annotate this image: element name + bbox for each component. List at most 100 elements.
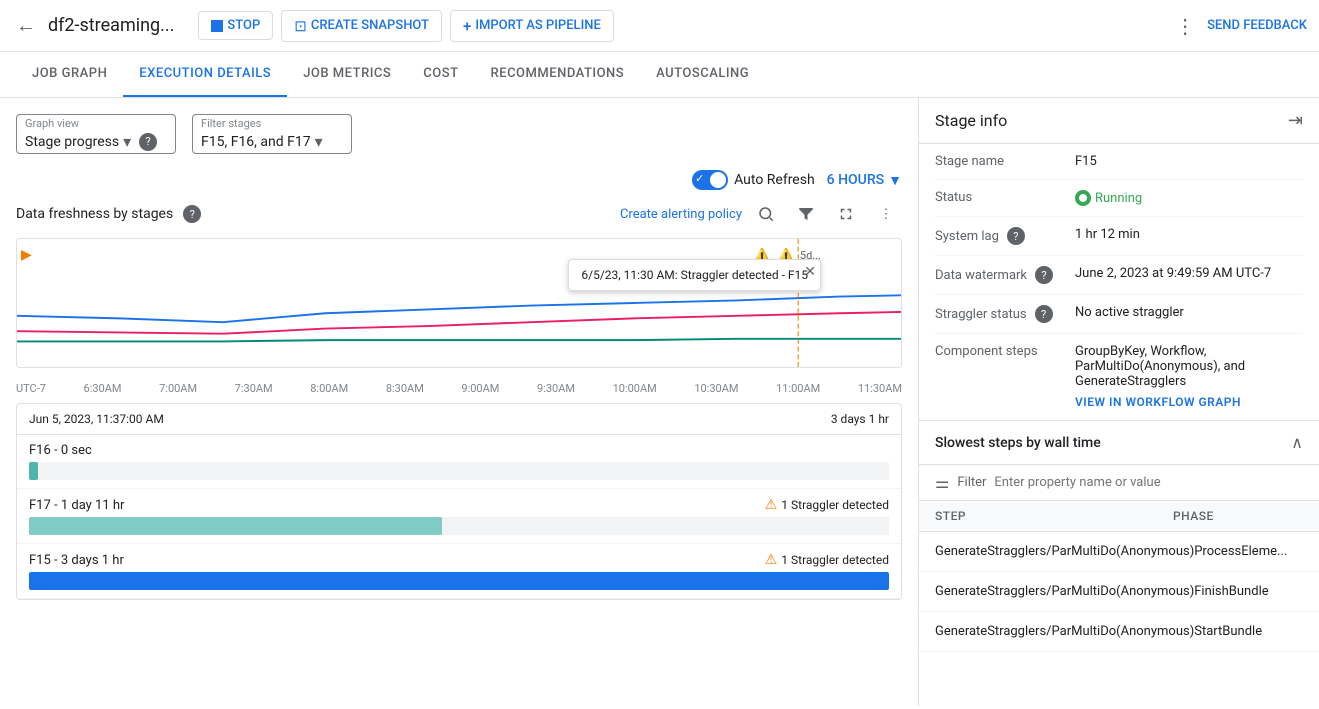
time-label-630: 6:30AM <box>84 382 122 395</box>
send-feedback-button[interactable]: SEND FEEDBACK <box>1207 18 1307 33</box>
filter-label: Filter <box>957 475 986 490</box>
import-pipeline-button[interactable]: + IMPORT AS PIPELINE <box>450 10 614 42</box>
step-row-2: GenerateStragglers/ParMultiDo(Anonymous)… <box>919 572 1319 612</box>
info-label-data-watermark: Data watermark ? <box>935 266 1075 284</box>
slowest-steps-section: Slowest steps by wall time ∧ ⚌ Filter St… <box>919 421 1319 706</box>
stage-bar-f15 <box>29 572 889 590</box>
more-chart-options-icon[interactable]: ⋮ <box>870 198 902 230</box>
tooltip-text: 6/5/23, 11:30 AM: Straggler detected - F… <box>581 268 808 282</box>
tab-execution-details[interactable]: EXECUTION DETAILS <box>123 52 287 97</box>
steps-col-phase-header: Phase <box>1173 509 1303 523</box>
chart-title-area: Data freshness by stages ? <box>16 205 201 223</box>
stage-row-f17: F17 - 1 day 11 hr ⚠ 1 Straggler detected <box>17 489 901 544</box>
create-snapshot-button[interactable]: ⊡ CREATE SNAPSHOT <box>281 10 442 42</box>
system-lag-help-icon[interactable]: ? <box>1007 227 1025 245</box>
step-phase-3: StartBundle <box>1194 624 1303 639</box>
stop-icon <box>211 20 223 32</box>
tab-autoscaling[interactable]: AUTOSCALING <box>640 52 765 97</box>
corner-indicator: ▶ <box>21 247 32 263</box>
info-row-data-watermark: Data watermark ? June 2, 2023 at 9:49:59… <box>935 256 1303 295</box>
stage-row-f16: F16 - 0 sec <box>17 435 901 489</box>
data-watermark-help-icon[interactable]: ? <box>1035 266 1053 284</box>
hours-arrow-icon: ▼ <box>888 172 902 189</box>
step-phase-1: ProcessEleme... <box>1194 544 1303 559</box>
step-name-1: GenerateStragglers/ParMultiDo(Anonymous) <box>935 544 1194 559</box>
steps-table-header: Step Phase <box>919 501 1319 532</box>
straggler-badge-f17: ⚠ 1 Straggler detected <box>765 497 889 513</box>
stage-info-table: Stage name F15 Status Running System lag… <box>919 144 1319 421</box>
stage-row-f15: F15 - 3 days 1 hr ⚠ 1 Straggler detected <box>17 544 901 599</box>
graph-view-selector[interactable]: Graph view Stage progress ▾ ? <box>16 114 176 154</box>
filter-stages-label: Filter stages <box>201 117 343 130</box>
tabs-bar: JOB GRAPH EXECUTION DETAILS JOB METRICS … <box>0 52 1319 98</box>
filter-input[interactable] <box>994 475 1303 490</box>
step-name-2: GenerateStragglers/ParMultiDo(Anonymous) <box>935 584 1194 599</box>
chart-area: ⚠️ ⚠️ 5d... ▶ 6/5/23, 11:30 AM: Straggle… <box>16 238 902 368</box>
step-name-3: GenerateStragglers/ParMultiDo(Anonymous) <box>935 624 1194 639</box>
stage-bar-bg-f15 <box>29 572 889 590</box>
main-layout: Graph view Stage progress ▾ ? Filter sta… <box>0 98 1319 706</box>
straggler-status-help-icon[interactable]: ? <box>1035 305 1053 323</box>
info-label-status: Status <box>935 190 1075 205</box>
graph-view-arrow: ▾ <box>123 132 131 151</box>
slowest-steps-header: Slowest steps by wall time ∧ <box>919 421 1319 465</box>
tab-recommendations[interactable]: RECOMMENDATIONS <box>475 52 641 97</box>
auto-refresh-toggle-area: ✓ Auto Refresh <box>692 170 815 190</box>
step-row-3: GenerateStragglers/ParMultiDo(Anonymous)… <box>919 612 1319 652</box>
filter-icon[interactable] <box>790 198 822 230</box>
stage-header-row: Jun 5, 2023, 11:37:00 AM 3 days 1 hr <box>17 404 901 435</box>
auto-refresh-label: Auto Refresh <box>734 172 815 188</box>
time-label-1000: 10:00AM <box>613 382 657 395</box>
filter-stages-selector[interactable]: Filter stages F15, F16, and F17 ▾ <box>192 114 352 154</box>
create-alerting-link[interactable]: Create alerting policy <box>620 207 742 222</box>
time-label-930: 9:30AM <box>537 382 575 395</box>
chart-tooltip: 6/5/23, 11:30 AM: Straggler detected - F… <box>568 259 821 291</box>
graph-view-help-icon[interactable]: ? <box>139 133 157 151</box>
more-options-button[interactable]: ⋮ <box>1171 10 1199 42</box>
zoom-icon[interactable] <box>750 198 782 230</box>
stage-name-f17: F17 - 1 day 11 hr <box>29 498 124 513</box>
back-button[interactable]: ← <box>12 9 40 42</box>
info-row-status: Status Running <box>935 180 1303 217</box>
tab-job-metrics[interactable]: JOB METRICS <box>287 52 407 97</box>
stop-button[interactable]: STOP <box>198 11 273 40</box>
stage-bar-bg-f16 <box>29 462 889 480</box>
filter-stages-value[interactable]: F15, F16, and F17 ▾ <box>201 132 343 151</box>
info-value-straggler-status: No active straggler <box>1075 305 1303 320</box>
info-value-data-watermark: June 2, 2023 at 9:49:59 AM UTC-7 <box>1075 266 1303 281</box>
info-value-status: Running <box>1075 190 1303 206</box>
info-row-stage-name: Stage name F15 <box>935 144 1303 180</box>
import-icon: + <box>463 17 471 35</box>
stage-info-header: Stage info ⇥ <box>919 98 1319 144</box>
left-panel: Graph view Stage progress ▾ ? Filter sta… <box>0 98 919 706</box>
stage-bar-f17 <box>29 517 442 535</box>
filter-row: ⚌ Filter <box>919 465 1319 501</box>
chart-header: Data freshness by stages ? Create alerti… <box>16 198 902 230</box>
tab-job-graph[interactable]: JOB GRAPH <box>16 52 123 97</box>
fullscreen-icon[interactable] <box>830 198 862 230</box>
info-label-component-steps: Component steps <box>935 344 1075 359</box>
refresh-bar: ✓ Auto Refresh 6 HOURS ▼ <box>16 170 902 190</box>
filter-stages-arrow: ▾ <box>315 132 323 151</box>
warning-triangle-f15: ⚠ <box>765 552 778 568</box>
time-label-830: 8:30AM <box>386 382 424 395</box>
hours-selector[interactable]: 6 HOURS ▼ <box>827 172 902 189</box>
view-workflow-link[interactable]: VIEW IN WORKFLOW GRAPH <box>1075 395 1241 409</box>
time-label-1030: 10:30AM <box>694 382 738 395</box>
graph-view-value[interactable]: Stage progress ▾ ? <box>25 132 167 151</box>
auto-refresh-toggle[interactable]: ✓ <box>692 170 728 190</box>
stage-container: Jun 5, 2023, 11:37:00 AM 3 days 1 hr F16… <box>16 403 902 600</box>
stage-bar-f16 <box>29 462 38 480</box>
status-running-dot <box>1075 190 1091 206</box>
time-label-1130: 11:30AM <box>858 382 902 395</box>
graph-view-label: Graph view <box>25 117 167 130</box>
info-value-system-lag: 1 hr 12 min <box>1075 227 1303 242</box>
collapse-right-panel-button[interactable]: ⇥ <box>1288 110 1303 131</box>
tab-cost[interactable]: COST <box>407 52 474 97</box>
step-row-1: GenerateStragglers/ParMultiDo(Anonymous)… <box>919 532 1319 572</box>
tooltip-close-button[interactable]: ✕ <box>804 264 816 280</box>
collapse-slowest-steps-button[interactable]: ∧ <box>1291 433 1303 452</box>
filter-icon: ⚌ <box>935 473 949 492</box>
info-label-straggler-status: Straggler status ? <box>935 305 1075 323</box>
chart-help-icon[interactable]: ? <box>183 205 201 223</box>
